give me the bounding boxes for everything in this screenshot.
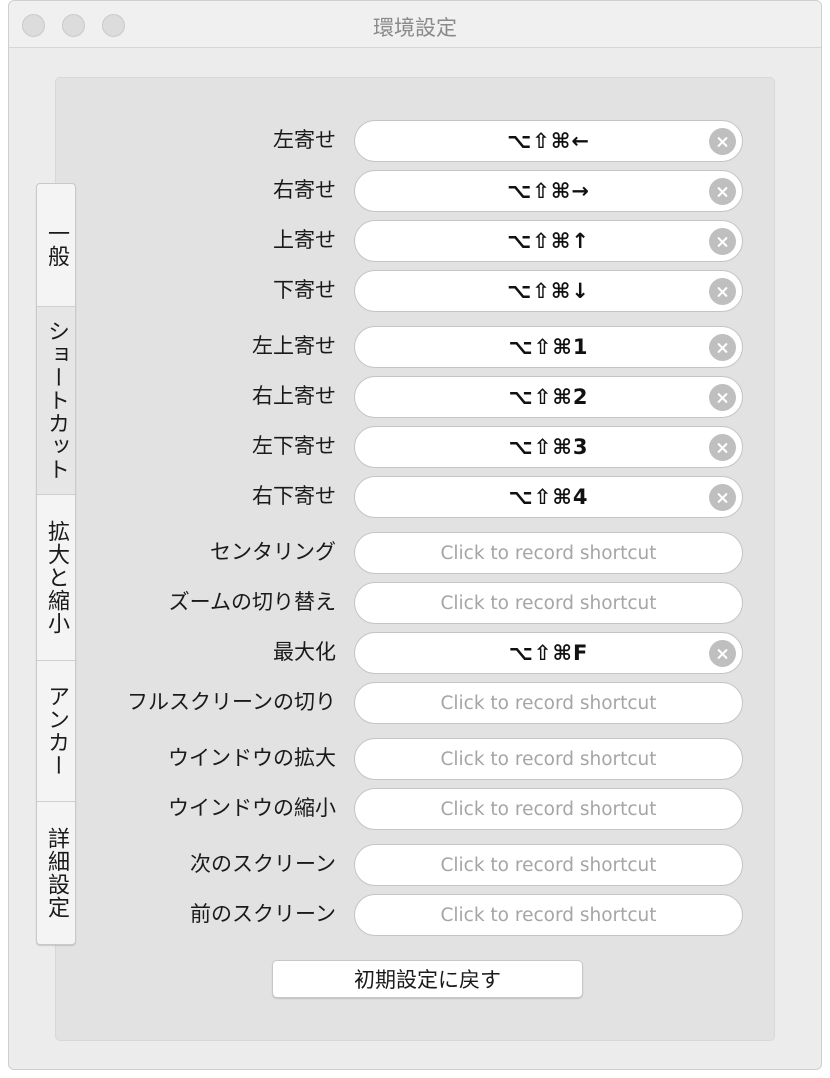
shortcut-label: 右寄せ — [273, 178, 336, 202]
shortcut-label: 上寄せ — [273, 228, 336, 252]
shortcut-label: 左寄せ — [273, 128, 336, 152]
shortcut-label: 下寄せ — [273, 278, 336, 302]
shortcut-label: 次のスクリーン — [190, 852, 336, 876]
shortcut-recorder-field[interactable]: Click to record shortcut — [354, 894, 743, 936]
shortcut-value: ⌥⇧⌘↑ — [507, 229, 590, 253]
shortcut-placeholder: Click to record shortcut — [440, 798, 657, 820]
shortcut-value: ⌥⇧⌘4 — [508, 485, 589, 509]
shortcut-row: 最大化 ⌥⇧⌘F — [0, 632, 830, 676]
shortcut-value: ⌥⇧⌘↓ — [507, 279, 590, 303]
shortcut-recorder-field[interactable]: Click to record shortcut — [354, 738, 743, 780]
shortcut-placeholder: Click to record shortcut — [440, 748, 657, 770]
shortcut-label: 最大化 — [273, 640, 336, 664]
shortcut-label: 右下寄せ — [252, 484, 336, 508]
shortcut-recorder-field[interactable]: ⌥⇧⌘F — [354, 632, 743, 674]
shortcut-row: ウインドウの拡大 Click to record shortcut — [0, 738, 830, 782]
shortcut-recorder-field[interactable]: ⌥⇧⌘1 — [354, 326, 743, 368]
shortcut-row: フルスクリーンの切り Click to record shortcut — [0, 682, 830, 726]
clear-shortcut-icon[interactable] — [709, 278, 736, 305]
shortcut-row: センタリング Click to record shortcut — [0, 532, 830, 576]
shortcut-recorder-field[interactable]: ⌥⇧⌘→ — [354, 170, 743, 212]
shortcut-placeholder: Click to record shortcut — [440, 592, 657, 614]
shortcut-value: ⌥⇧⌘→ — [507, 179, 590, 203]
shortcut-label: ズームの切り替え — [168, 590, 336, 614]
shortcut-placeholder: Click to record shortcut — [440, 904, 657, 926]
clear-shortcut-icon[interactable] — [709, 128, 736, 155]
clear-shortcut-icon[interactable] — [709, 334, 736, 361]
shortcut-label: フルスクリーンの切り — [127, 690, 336, 714]
shortcut-value: ⌥⇧⌘F — [508, 641, 589, 665]
clear-shortcut-icon[interactable] — [709, 178, 736, 205]
shortcut-placeholder: Click to record shortcut — [440, 854, 657, 876]
shortcut-row: 前のスクリーン Click to record shortcut — [0, 894, 830, 938]
shortcut-recorder-field[interactable]: Click to record shortcut — [354, 682, 743, 724]
shortcut-value: ⌥⇧⌘← — [507, 129, 590, 153]
shortcut-recorder-field[interactable]: Click to record shortcut — [354, 844, 743, 886]
shortcut-recorder-field[interactable]: ⌥⇧⌘3 — [354, 426, 743, 468]
shortcut-row: 右上寄せ ⌥⇧⌘2 — [0, 376, 830, 420]
shortcut-recorder-field[interactable]: ⌥⇧⌘2 — [354, 376, 743, 418]
clear-shortcut-icon[interactable] — [709, 484, 736, 511]
title-bar: 環境設定 — [9, 1, 821, 48]
shortcut-label: 左上寄せ — [252, 334, 336, 358]
shortcut-row: 上寄せ ⌥⇧⌘↑ — [0, 220, 830, 264]
shortcut-row: 下寄せ ⌥⇧⌘↓ — [0, 270, 830, 314]
shortcut-row: 右寄せ ⌥⇧⌘→ — [0, 170, 830, 214]
shortcut-recorder-field[interactable]: ⌥⇧⌘← — [354, 120, 743, 162]
shortcut-value: ⌥⇧⌘1 — [508, 335, 589, 359]
shortcut-value: ⌥⇧⌘2 — [508, 385, 589, 409]
shortcut-recorder-field[interactable]: Click to record shortcut — [354, 582, 743, 624]
shortcut-row: 次のスクリーン Click to record shortcut — [0, 844, 830, 888]
shortcut-value: ⌥⇧⌘3 — [508, 435, 589, 459]
clear-shortcut-icon[interactable] — [709, 640, 736, 667]
shortcut-placeholder: Click to record shortcut — [440, 542, 657, 564]
window-title: 環境設定 — [373, 16, 457, 40]
shortcut-row: 左上寄せ ⌥⇧⌘1 — [0, 326, 830, 370]
clear-shortcut-icon[interactable] — [709, 228, 736, 255]
shortcut-row: 左寄せ ⌥⇧⌘← — [0, 120, 830, 164]
clear-shortcut-icon[interactable] — [709, 434, 736, 461]
shortcut-row: ウインドウの縮小 Click to record shortcut — [0, 788, 830, 832]
shortcut-row: 右下寄せ ⌥⇧⌘4 — [0, 476, 830, 520]
shortcut-recorder-field[interactable]: ⌥⇧⌘4 — [354, 476, 743, 518]
shortcut-recorder-field[interactable]: Click to record shortcut — [354, 788, 743, 830]
shortcut-recorder-field[interactable]: Click to record shortcut — [354, 532, 743, 574]
shortcut-label: ウインドウの拡大 — [168, 746, 336, 770]
shortcut-label: ウインドウの縮小 — [168, 796, 336, 820]
shortcut-row: ズームの切り替え Click to record shortcut — [0, 582, 830, 626]
shortcut-label: 左下寄せ — [252, 434, 336, 458]
reset-defaults-button[interactable]: 初期設定に戻す — [272, 960, 583, 998]
shortcut-placeholder: Click to record shortcut — [440, 692, 657, 714]
shortcut-label: センタリング — [210, 540, 336, 564]
shortcut-recorder-field[interactable]: ⌥⇧⌘↑ — [354, 220, 743, 262]
shortcut-label: 前のスクリーン — [190, 902, 336, 926]
clear-shortcut-icon[interactable] — [709, 384, 736, 411]
shortcut-recorder-field[interactable]: ⌥⇧⌘↓ — [354, 270, 743, 312]
shortcut-row: 左下寄せ ⌥⇧⌘3 — [0, 426, 830, 470]
shortcut-label: 右上寄せ — [252, 384, 336, 408]
